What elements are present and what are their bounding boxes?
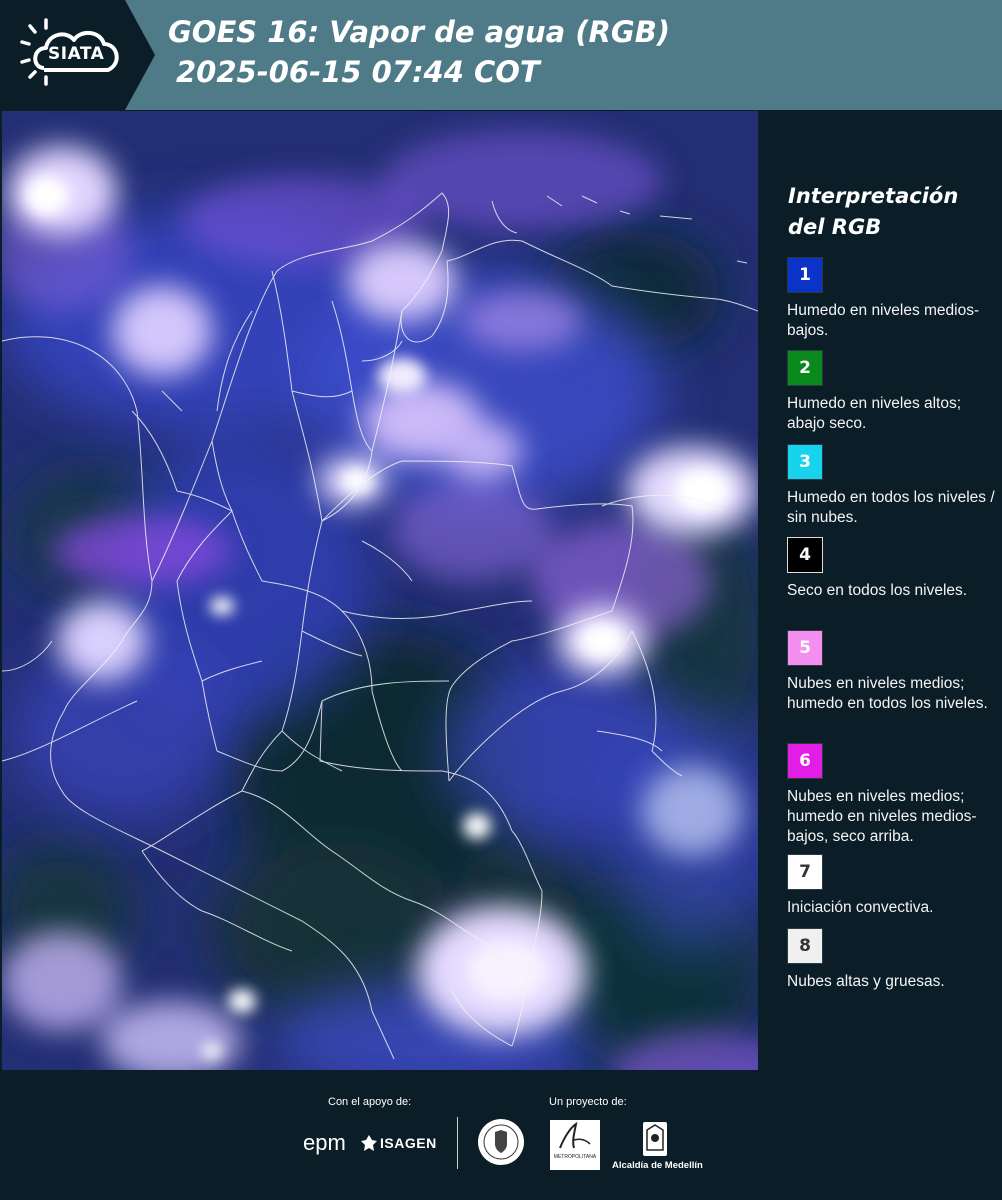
legend-item: 7 Iniciación convectiva. — [787, 854, 999, 918]
legend-swatch: 7 — [787, 854, 823, 890]
legend: Interpretación del RGB 1 Humedo en nivel… — [760, 111, 1002, 1070]
area-metropolitana-logo: METROPOLITANA — [550, 1120, 600, 1170]
legend-swatch: 8 — [787, 928, 823, 964]
epm-logo: epm — [303, 1130, 346, 1155]
siata-logo-text: SIATA — [48, 44, 105, 64]
legend-item: 8 Nubes altas y gruesas. — [787, 928, 999, 992]
legend-label: Humedo en niveles altos; abajo seco. — [787, 395, 962, 432]
legend-item: 3 Humedo en todos los niveles / sin nube… — [787, 444, 999, 528]
legend-swatch: 1 — [787, 257, 823, 293]
legend-item: 6 Nubes en niveles medios; humedo en niv… — [787, 743, 999, 847]
legend-item: 4 Seco en todos los niveles. — [787, 537, 999, 601]
legend-swatch: 3 — [787, 444, 823, 480]
page-title: GOES 16: Vapor de agua (RGB) — [168, 15, 671, 49]
area-metropolitana-icon — [559, 1121, 591, 1149]
legend-label: Iniciación convectiva. — [787, 899, 934, 916]
header: SIATA GOES 16: Vapor de agua (RGB) 2025-… — [0, 0, 1002, 110]
satellite-map — [2, 111, 758, 1070]
legend-label: Nubes altas y gruesas. — [787, 973, 945, 990]
legend-swatch: 5 — [787, 630, 823, 666]
isagen-logo: ISAGEN — [380, 1135, 437, 1151]
satellite-image — [2, 111, 758, 1070]
isagen-icon — [361, 1135, 377, 1151]
footer-divider — [457, 1117, 458, 1169]
page-timestamp: 2025-06-15 07:44 COT — [176, 55, 540, 89]
legend-swatch: 6 — [787, 743, 823, 779]
seal-icon — [478, 1119, 524, 1165]
support-label: Con el apoyo de: — [328, 1096, 412, 1108]
project-label: Un proyecto de: — [549, 1096, 627, 1108]
legend-item: 5 Nubes en niveles medios; humedo en tod… — [787, 630, 999, 714]
legend-item: 1 Humedo en niveles medios-bajos. — [787, 257, 999, 341]
siata-logo: SIATA — [0, 0, 155, 110]
alcaldia-logo: Alcaldía de Medellín — [612, 1160, 703, 1171]
legend-label: Seco en todos los niveles. — [787, 582, 968, 599]
legend-label: Humedo en todos los niveles / sin nubes. — [787, 489, 995, 526]
legend-label: Humedo en niveles medios-bajos. — [787, 302, 980, 339]
legend-title: Interpretación del RGB — [788, 184, 959, 239]
area-metropolitana-text: METROPOLITANA — [553, 1154, 597, 1160]
legend-label: Nubes en niveles medios; humedo en todos… — [787, 675, 988, 712]
legend-swatch: 2 — [787, 350, 823, 386]
legend-label: Nubes en niveles medios; humedo en nivel… — [787, 788, 977, 845]
alcaldia-icon — [643, 1122, 667, 1156]
legend-item: 2 Humedo en niveles altos; abajo seco. — [787, 350, 999, 434]
footer: Con el apoyo de: Un proyecto de: epm ISA… — [0, 1070, 1002, 1200]
legend-swatch: 4 — [787, 537, 823, 573]
